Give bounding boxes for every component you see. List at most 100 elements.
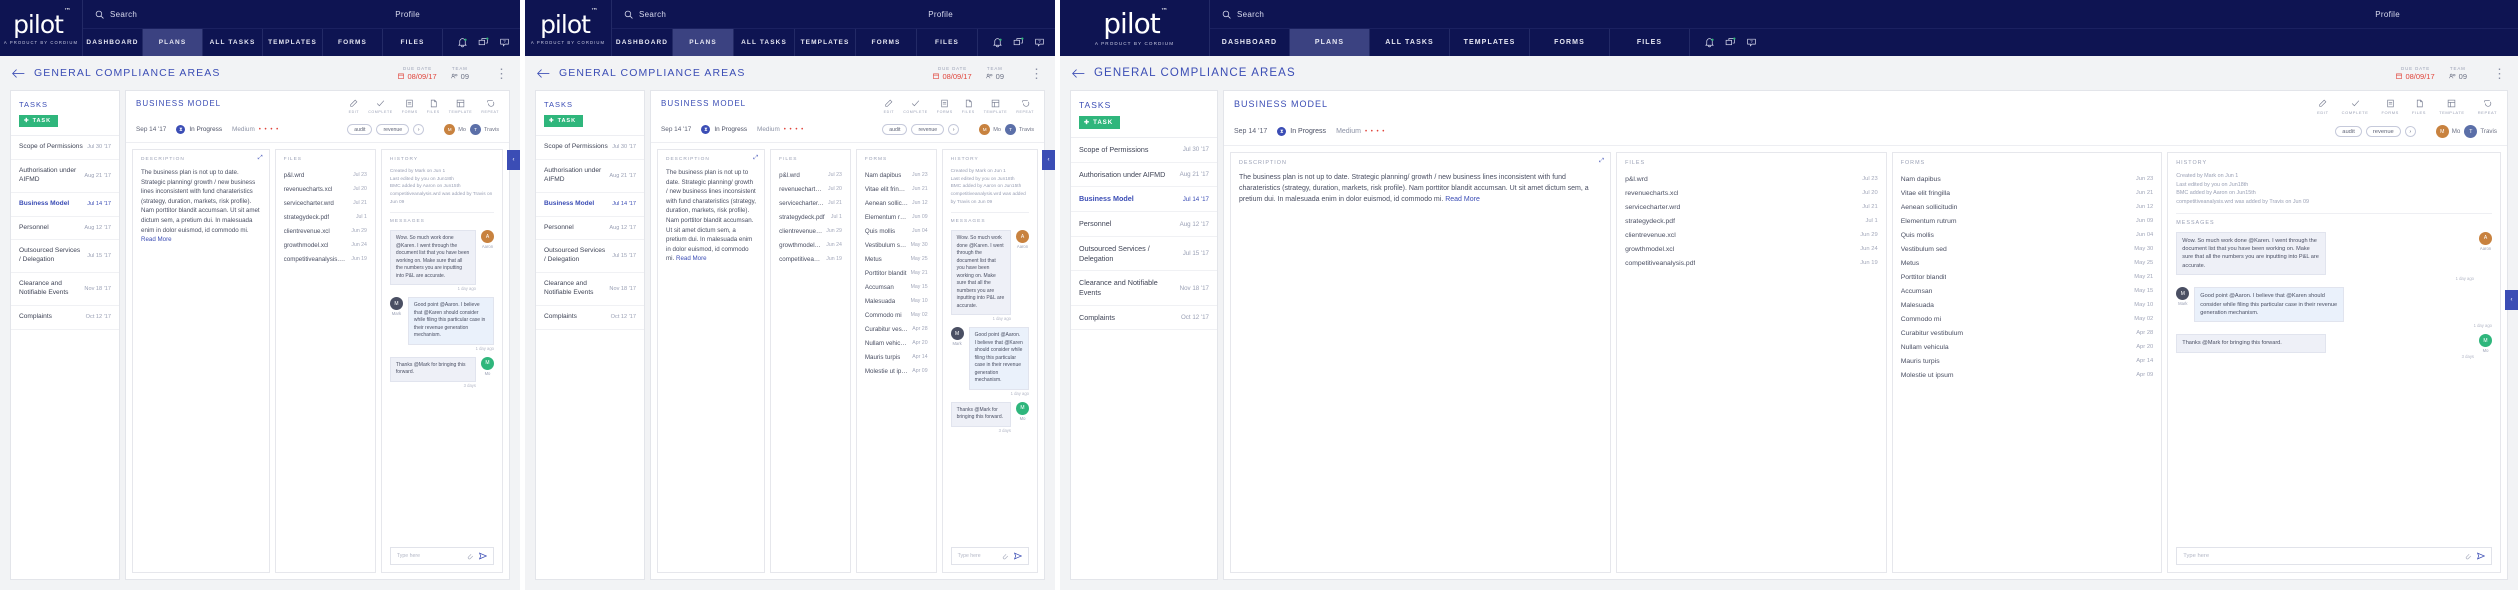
form-list-item[interactable]: Nam dapibusJun 23: [1901, 172, 2154, 186]
file-list-item[interactable]: growthmodel.xclJun 24: [779, 238, 842, 252]
kebab-menu-icon[interactable]: ⋮: [495, 67, 508, 80]
file-list-item[interactable]: servicecharter.wrdJul 21: [284, 196, 367, 210]
nav-tab-all-tasks[interactable]: ALL TASKS: [734, 29, 795, 56]
action-template[interactable]: TEMPLATE: [449, 99, 473, 114]
task-list-item[interactable]: Outsourced Services / DelegationJul 15 '…: [1071, 237, 1217, 271]
action-complete[interactable]: COMPLETE: [903, 99, 928, 114]
form-list-item[interactable]: Mauris turpisApr 14: [1901, 354, 2154, 368]
task-list-item[interactable]: Business ModelJul 14 '17: [1071, 187, 1217, 212]
expand-icon[interactable]: ⤢: [258, 155, 263, 162]
nav-tab-forms[interactable]: FORMS: [856, 29, 917, 56]
bell-icon[interactable]: [992, 37, 1003, 48]
form-list-item[interactable]: Elementum rutrumJun 09: [865, 210, 928, 224]
form-list-item[interactable]: Vestibulum sedMay 30: [1901, 242, 2154, 256]
form-list-item[interactable]: Nullam vehiculaApr 20: [865, 336, 928, 350]
chevron-right-icon[interactable]: ›: [2405, 126, 2416, 137]
task-list-item[interactable]: ComplaintsOct 12 '17: [1071, 306, 1217, 331]
read-more-link[interactable]: Read More: [676, 255, 707, 262]
action-complete[interactable]: COMPLETE: [2342, 99, 2369, 115]
task-list-item[interactable]: PersonnelAug 12 '17: [1071, 212, 1217, 237]
file-list-item[interactable]: strategydeck.pdfJul 1: [779, 210, 842, 224]
task-list-item[interactable]: ComplaintsOct 12 '17: [536, 306, 644, 330]
task-list-item[interactable]: Clearance and Notifiable EventsNov 18 '1…: [11, 273, 119, 306]
task-list-item[interactable]: Outsourced Services / DelegationJul 15 '…: [11, 240, 119, 273]
form-list-item[interactable]: Molestie ut ipsumApr 09: [865, 364, 928, 378]
read-more-link[interactable]: Read More: [1445, 196, 1480, 203]
file-list-item[interactable]: competitiveanalysis.pdfJun 19: [1625, 256, 1878, 270]
nav-tab-dashboard[interactable]: DASHBOARD: [83, 29, 143, 56]
search-input[interactable]: Search: [1210, 10, 1264, 19]
assignee[interactable]: MMo: [2436, 125, 2461, 138]
chevron-right-icon[interactable]: ›: [948, 124, 959, 135]
nav-tab-files[interactable]: FILES: [383, 29, 443, 56]
file-list-item[interactable]: servicecharter.wrdJul 21: [779, 196, 842, 210]
back-arrow-icon[interactable]: [12, 68, 25, 79]
form-list-item[interactable]: Commodo miMay 02: [1901, 312, 2154, 326]
nav-tab-dashboard[interactable]: DASHBOARD: [1210, 29, 1290, 56]
file-list-item[interactable]: growthmodel.xclJun 24: [1625, 242, 1878, 256]
back-arrow-icon[interactable]: [537, 68, 550, 79]
action-forms[interactable]: FORMS: [402, 99, 418, 114]
form-list-item[interactable]: Molestie ut ipsumApr 09: [1901, 368, 2154, 382]
file-list-item[interactable]: revenuecharts.xclJul 20: [1625, 186, 1878, 200]
form-list-item[interactable]: MetusMay 25: [865, 252, 928, 266]
form-list-item[interactable]: Mauris turpisApr 14: [865, 350, 928, 364]
add-task-button[interactable]: ✚ TASK: [19, 115, 58, 127]
tag-chip[interactable]: revenue: [2366, 126, 2401, 137]
file-list-item[interactable]: competitiveanalysis.pdfJun 19: [779, 252, 842, 266]
action-complete[interactable]: COMPLETE: [368, 99, 393, 114]
chat-icon[interactable]: [478, 37, 489, 48]
form-list-item[interactable]: Curabitur vestibulumApr 28: [1901, 326, 2154, 340]
file-list-item[interactable]: p&l.wrdJul 23: [779, 168, 842, 182]
attach-icon[interactable]: [1001, 552, 1009, 560]
file-list-item[interactable]: growthmodel.xclJun 24: [284, 238, 367, 252]
panel-toggle-icon[interactable]: ‹: [2505, 290, 2518, 310]
form-list-item[interactable]: Vitae elit fringillaJun 21: [1901, 186, 2154, 200]
form-list-item[interactable]: Vitae elit fringillaJun 21: [865, 182, 928, 196]
action-template[interactable]: TEMPLATE: [2439, 99, 2465, 115]
read-more-link[interactable]: Read More: [141, 236, 172, 243]
task-list-item[interactable]: Scope of PermissionsJul 30 '17: [1071, 138, 1217, 163]
priority-badge[interactable]: Medium • • • •: [1336, 128, 1385, 135]
task-list-item[interactable]: Scope of PermissionsJul 30 '17: [536, 136, 644, 160]
form-list-item[interactable]: Nam dapibusJun 23: [865, 168, 928, 182]
chevron-right-icon[interactable]: ›: [413, 124, 424, 135]
nav-tab-dashboard[interactable]: DASHBOARD: [612, 29, 673, 56]
brand-logo[interactable]: pilot™ A PRODUCT BY CORDIUM: [1060, 0, 1210, 56]
action-files[interactable]: FILES: [2412, 99, 2426, 115]
form-list-item[interactable]: Porttitor blanditMay 21: [865, 266, 928, 280]
back-arrow-icon[interactable]: [1072, 68, 1085, 79]
nav-tab-all-tasks[interactable]: ALL TASKS: [1370, 29, 1450, 56]
profile-link[interactable]: Profile: [395, 10, 420, 19]
task-list-item[interactable]: PersonnelAug 12 '17: [11, 217, 119, 241]
form-list-item[interactable]: MetusMay 25: [1901, 256, 2154, 270]
task-list-item[interactable]: Authorisation under AIFMDAug 21 '17: [536, 160, 644, 193]
action-forms[interactable]: FORMS: [2381, 99, 2398, 115]
assignee[interactable]: TTravis: [1005, 124, 1034, 135]
kebab-menu-icon[interactable]: ⋮: [2493, 67, 2506, 80]
expand-icon[interactable]: ⤢: [753, 155, 758, 162]
send-icon[interactable]: [479, 552, 487, 560]
assignee[interactable]: MMo: [444, 124, 466, 135]
nav-tab-files[interactable]: FILES: [1610, 29, 1690, 56]
form-list-item[interactable]: Nullam vehiculaApr 20: [1901, 340, 2154, 354]
status-badge[interactable]: ⧗ In Progress: [701, 125, 747, 134]
tag-chip[interactable]: revenue: [376, 124, 409, 135]
brand-logo[interactable]: pilot™ A PRODUCT BY CORDIUM: [0, 0, 83, 56]
panel-toggle-icon[interactable]: ‹: [1042, 150, 1055, 170]
message-input[interactable]: Type here: [390, 547, 494, 565]
task-list-item[interactable]: ComplaintsOct 12 '17: [11, 306, 119, 330]
nav-tab-templates[interactable]: TEMPLATES: [795, 29, 856, 56]
nav-tab-forms[interactable]: FORMS: [1530, 29, 1610, 56]
add-task-button[interactable]: ✚ TASK: [544, 115, 583, 127]
file-list-item[interactable]: p&l.wrdJul 23: [284, 168, 367, 182]
form-list-item[interactable]: Aenean sollicitudinJun 12: [1901, 200, 2154, 214]
nav-tab-plans[interactable]: PLANS: [143, 29, 203, 56]
priority-badge[interactable]: Medium • • • •: [232, 126, 279, 133]
file-list-item[interactable]: clientrevenue.xclJun 29: [1625, 228, 1878, 242]
send-icon[interactable]: [2477, 552, 2485, 560]
task-list-item[interactable]: Outsourced Services / DelegationJul 15 '…: [536, 240, 644, 273]
tag-chip[interactable]: revenue: [911, 124, 944, 135]
tag-chip[interactable]: audit: [2335, 126, 2362, 137]
action-template[interactable]: TEMPLATE: [984, 99, 1008, 114]
